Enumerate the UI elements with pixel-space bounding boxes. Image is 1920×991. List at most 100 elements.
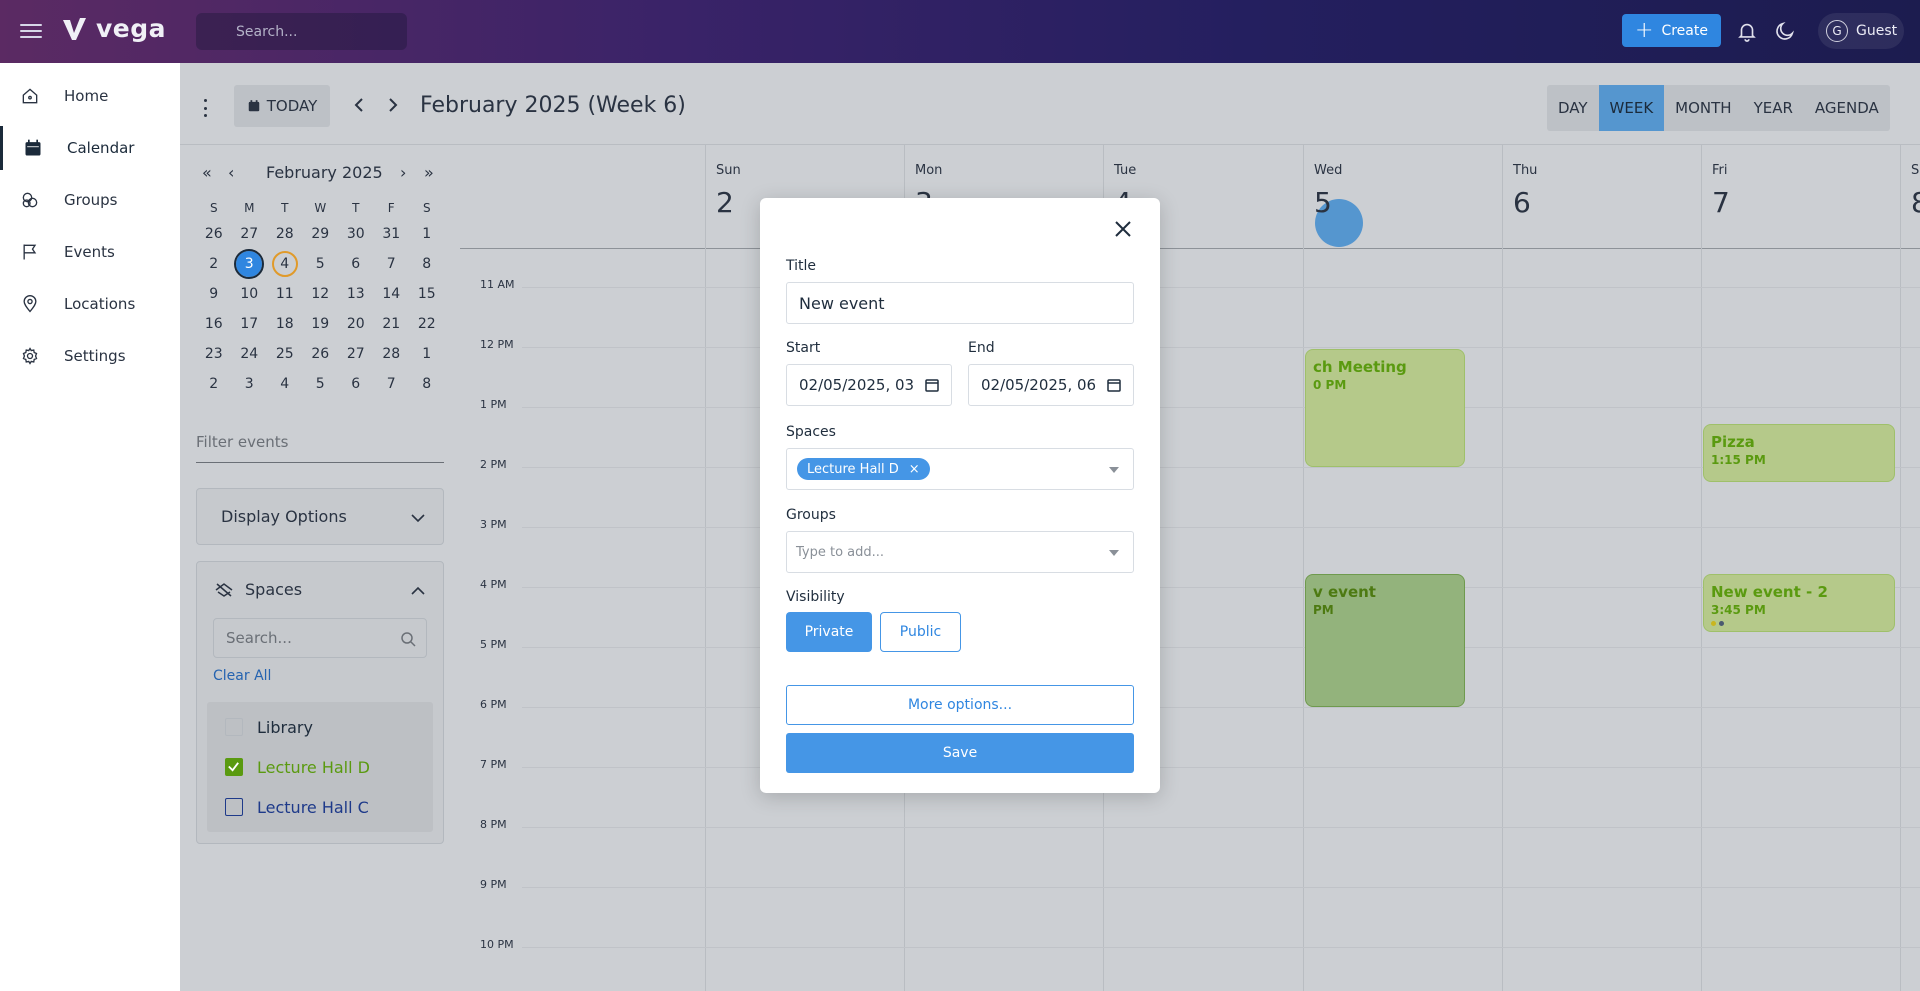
space-item-library[interactable]: Library bbox=[207, 707, 433, 747]
spaces-select[interactable]: Lecture Hall D × bbox=[786, 448, 1134, 490]
more-options-button[interactable]: More options... bbox=[786, 685, 1134, 725]
mini-calendar-day[interactable]: 25 bbox=[267, 339, 303, 369]
spaces-search-input[interactable]: Search... bbox=[213, 618, 427, 658]
double-chevron-right-icon[interactable]: » bbox=[424, 163, 434, 182]
space-item-lecture-hall-d[interactable]: Lecture Hall D bbox=[207, 747, 433, 787]
mini-calendar-day[interactable]: 26 bbox=[303, 339, 339, 369]
chevron-down-icon[interactable] bbox=[1109, 550, 1119, 556]
mini-calendar-day[interactable]: 12 bbox=[303, 279, 339, 309]
more-vertical-icon[interactable] bbox=[202, 99, 208, 117]
mini-calendar-day[interactable]: 10 bbox=[232, 279, 268, 309]
chevron-right-icon[interactable] bbox=[386, 97, 400, 113]
display-options-panel[interactable]: Display Options bbox=[196, 488, 444, 545]
mini-calendar-day[interactable]: 6 bbox=[338, 369, 374, 399]
mini-calendar-day[interactable]: 16 bbox=[196, 309, 232, 339]
mini-calendar-day[interactable]: 28 bbox=[374, 339, 410, 369]
mini-calendar-day[interactable]: 5 bbox=[303, 249, 339, 279]
view-agenda-button[interactable]: AGENDA bbox=[1804, 85, 1890, 131]
checkbox[interactable] bbox=[225, 718, 243, 736]
day-header-sun[interactable]: Sun 2 bbox=[716, 163, 741, 219]
today-button[interactable]: TODAY bbox=[234, 85, 330, 127]
chevron-right-icon[interactable]: › bbox=[400, 163, 406, 182]
mini-calendar-day[interactable]: 5 bbox=[303, 369, 339, 399]
mini-calendar-day[interactable]: 15 bbox=[409, 279, 445, 309]
chevron-left-icon[interactable]: ‹ bbox=[228, 163, 234, 182]
save-button[interactable]: Save bbox=[786, 733, 1134, 773]
calendar-event[interactable]: Pizza 1:15 PM bbox=[1703, 424, 1895, 482]
mini-calendar-day[interactable]: 1 bbox=[409, 219, 445, 249]
close-icon[interactable] bbox=[1114, 220, 1132, 238]
mini-calendar-day[interactable]: 19 bbox=[303, 309, 339, 339]
mini-calendar-day[interactable]: 17 bbox=[232, 309, 268, 339]
nav-item-home[interactable]: Home bbox=[0, 74, 180, 118]
mini-calendar-day[interactable]: 24 bbox=[232, 339, 268, 369]
mini-calendar-day[interactable]: 27 bbox=[338, 339, 374, 369]
mini-calendar-day[interactable]: 9 bbox=[196, 279, 232, 309]
mini-calendar-day[interactable]: 13 bbox=[338, 279, 374, 309]
mini-calendar-day[interactable]: 3 bbox=[232, 249, 268, 279]
create-button[interactable]: + Create bbox=[1622, 14, 1721, 47]
mini-calendar-day[interactable]: 1 bbox=[409, 339, 445, 369]
mini-calendar-day[interactable]: 8 bbox=[409, 369, 445, 399]
chevron-down-icon[interactable] bbox=[1109, 467, 1119, 473]
clear-all-link[interactable]: Clear All bbox=[213, 668, 271, 684]
nav-item-groups[interactable]: Groups bbox=[0, 178, 180, 222]
mini-calendar-day[interactable]: 8 bbox=[409, 249, 445, 279]
nav-item-locations[interactable]: Locations bbox=[0, 282, 180, 326]
view-week-button[interactable]: WEEK bbox=[1598, 85, 1665, 131]
mini-calendar-day[interactable]: 7 bbox=[374, 249, 410, 279]
moon-icon[interactable] bbox=[1774, 20, 1796, 42]
filter-events-input[interactable]: Filter events bbox=[196, 433, 444, 463]
mini-calendar-day[interactable]: 18 bbox=[267, 309, 303, 339]
mini-calendar-day[interactable]: 27 bbox=[232, 219, 268, 249]
view-year-button[interactable]: YEAR bbox=[1743, 85, 1804, 131]
chevron-up-icon[interactable] bbox=[411, 584, 425, 598]
day-header-sat[interactable]: Sat 8 bbox=[1911, 163, 1920, 219]
checkbox[interactable] bbox=[225, 798, 243, 816]
mini-calendar-day[interactable]: 7 bbox=[374, 369, 410, 399]
menu-icon[interactable] bbox=[20, 20, 42, 42]
chevron-down-icon[interactable] bbox=[411, 511, 425, 525]
checkbox-checked[interactable] bbox=[225, 758, 243, 776]
bell-icon[interactable] bbox=[1736, 20, 1758, 42]
remove-tag-icon[interactable]: × bbox=[909, 462, 920, 477]
mini-calendar-day[interactable]: 26 bbox=[196, 219, 232, 249]
nav-item-settings[interactable]: Settings bbox=[0, 334, 180, 378]
mini-calendar-day[interactable]: 28 bbox=[267, 219, 303, 249]
calendar-event[interactable]: ch Meeting 0 PM bbox=[1305, 349, 1465, 467]
double-chevron-left-icon[interactable]: « bbox=[202, 163, 212, 182]
calendar-event[interactable]: v event PM bbox=[1305, 574, 1465, 707]
mini-calendar-day[interactable]: 22 bbox=[409, 309, 445, 339]
calendar-event[interactable]: New event - 2 3:45 PM bbox=[1703, 574, 1895, 632]
mini-calendar-day[interactable]: 4 bbox=[267, 369, 303, 399]
mini-calendar-day[interactable]: 4 bbox=[267, 249, 303, 279]
groups-select[interactable]: Type to add... bbox=[786, 531, 1134, 573]
nav-item-calendar[interactable]: Calendar bbox=[0, 126, 180, 170]
global-search-input[interactable]: Search... bbox=[196, 13, 407, 50]
nav-item-events[interactable]: Events bbox=[0, 230, 180, 274]
mini-calendar-day[interactable]: 2 bbox=[196, 369, 232, 399]
day-header-wed[interactable]: Wed 5 bbox=[1314, 163, 1342, 219]
mini-calendar-day[interactable]: 21 bbox=[374, 309, 410, 339]
mini-calendar-day[interactable]: 6 bbox=[338, 249, 374, 279]
mini-calendar-day[interactable]: 14 bbox=[374, 279, 410, 309]
mini-calendar-day[interactable]: 3 bbox=[232, 369, 268, 399]
view-day-button[interactable]: DAY bbox=[1547, 85, 1599, 131]
mini-calendar-day[interactable]: 23 bbox=[196, 339, 232, 369]
mini-calendar-day[interactable]: 20 bbox=[338, 309, 374, 339]
mini-calendar-day[interactable]: 30 bbox=[338, 219, 374, 249]
end-datetime-input[interactable]: 02/05/2025, 06 bbox=[968, 364, 1134, 406]
mini-calendar-day[interactable]: 11 bbox=[267, 279, 303, 309]
title-input[interactable]: New event bbox=[786, 282, 1134, 324]
mini-calendar-day[interactable]: 2 bbox=[196, 249, 232, 279]
private-button[interactable]: Private bbox=[786, 612, 872, 652]
view-month-button[interactable]: MONTH bbox=[1664, 85, 1742, 131]
start-datetime-input[interactable]: 02/05/2025, 03 bbox=[786, 364, 952, 406]
space-item-lecture-hall-c[interactable]: Lecture Hall C bbox=[207, 787, 433, 827]
mini-calendar-day[interactable]: 29 bbox=[303, 219, 339, 249]
day-header-fri[interactable]: Fri 7 bbox=[1712, 163, 1730, 219]
user-menu-button[interactable]: G Guest bbox=[1818, 13, 1904, 49]
day-header-thu[interactable]: Thu 6 bbox=[1513, 163, 1537, 219]
chevron-left-icon[interactable] bbox=[352, 97, 366, 113]
mini-calendar-day[interactable]: 31 bbox=[374, 219, 410, 249]
